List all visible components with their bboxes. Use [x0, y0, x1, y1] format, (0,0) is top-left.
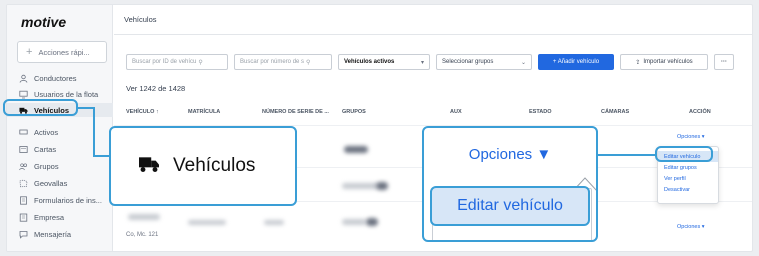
nav-callout-label: Vehículos [173, 155, 256, 176]
table-row [342, 219, 366, 225]
import-vehicles-button[interactable]: ⇪ Importar vehículos [620, 54, 708, 70]
column-header[interactable]: MATRÍCULA [188, 109, 220, 115]
sidebar-item-label: Cartas [34, 144, 57, 154]
quick-actions-label: Acciones rápi... [38, 47, 90, 57]
sidebar-item-label: Conductores [34, 73, 77, 83]
column-header[interactable]: VEHÍCULO ↑ [126, 109, 159, 115]
map-icon [19, 145, 28, 154]
sidebar-item-cartas[interactable]: Cartas [7, 142, 113, 156]
nav-highlight-ring [3, 99, 78, 116]
quick-actions-button[interactable]: + Acciones rápi... [17, 41, 107, 63]
sidebar: motive + Acciones rápi... Conductores Us… [7, 5, 113, 251]
search-id-input[interactable]: Buscar por ID de vehícu ⚲ [126, 54, 228, 70]
vehicle-count: Ver 1242 de 1428 [126, 84, 186, 93]
search-serial-input[interactable]: Buscar por número de s ⚲ [234, 54, 332, 70]
page-title: Vehículos [124, 15, 157, 24]
row-options-button[interactable]: Opciones ▾ [677, 134, 705, 140]
column-header[interactable]: CÁMARAS [601, 109, 629, 115]
callout-connector [93, 155, 110, 157]
table-row [376, 182, 388, 190]
more-options-button[interactable]: ··· [714, 54, 734, 70]
upload-icon: ⇪ [635, 59, 641, 66]
row-secondary-text: Co, Mc. 121 [126, 232, 159, 238]
sidebar-item-conductores[interactable]: Conductores [7, 71, 113, 85]
table-row [366, 218, 378, 226]
group-filter-select[interactable]: Seleccionar grupos ⌄ [436, 54, 532, 70]
sidebar-item-formularios[interactable]: Formularios de ins... [7, 193, 113, 207]
table-row [188, 220, 226, 225]
sidebar-item-label: Activos [34, 127, 59, 137]
column-header[interactable]: AUX [450, 109, 462, 115]
sidebar-item-activos[interactable]: Activos [7, 125, 113, 139]
menu-item-deactivate[interactable]: Desactivar [658, 184, 718, 195]
sidebar-item-label: Empresa [34, 212, 65, 222]
chevron-down-icon: ▾ [420, 59, 424, 66]
search-id-placeholder: Buscar por ID de vehícu [132, 59, 197, 65]
trailer-icon [19, 128, 28, 137]
sidebar-item-mensajeria[interactable]: Mensajería [7, 227, 113, 241]
truck-icon [137, 154, 161, 179]
monitor-icon [19, 90, 28, 99]
form-icon [19, 195, 28, 205]
plus-icon: + [26, 46, 33, 58]
add-vehicle-button[interactable]: + Añadir vehículo [538, 54, 614, 70]
column-header[interactable]: GRUPOS [342, 109, 366, 115]
add-vehicle-label: + Añadir vehículo [552, 59, 600, 65]
table-row [264, 220, 284, 225]
status-filter-value: Vehículos activos [344, 59, 395, 65]
sidebar-item-label: Mensajería [34, 229, 72, 239]
row-options-button[interactable]: Opciones ▾ [677, 224, 705, 230]
search-icon: ⚲ [306, 59, 311, 66]
more-icon: ··· [721, 59, 727, 65]
callout-connector [93, 107, 95, 156]
column-header[interactable]: ACCIÓN [689, 109, 711, 115]
nav-callout-zoom: Vehículos [109, 126, 297, 206]
sidebar-item-label: Formularios de ins... [34, 195, 102, 205]
edit-vehicle-callout: Editar vehículo [430, 186, 590, 226]
geofence-icon [19, 179, 28, 188]
callout-connector [77, 107, 94, 109]
building-icon [19, 213, 28, 222]
group-icon [19, 162, 28, 171]
search-serial-placeholder: Buscar por número de s [240, 59, 305, 65]
toolbar: Buscar por ID de vehícu ⚲ Buscar por núm… [126, 54, 734, 70]
search-icon: ⚲ [198, 59, 203, 66]
person-icon [19, 74, 28, 83]
table-row [128, 214, 160, 220]
sidebar-item-label: Geovallas [34, 178, 68, 188]
menu-item-view-profile[interactable]: Ver perfil [658, 173, 718, 184]
message-icon [19, 230, 28, 239]
menu-item-highlight-ring [655, 146, 713, 162]
menu-item-edit-groups[interactable]: Editar grupos [658, 162, 718, 173]
status-filter-select[interactable]: Vehículos activos ▾ [338, 54, 430, 70]
column-header[interactable]: NÚMERO DE SERIE DE ... [262, 109, 329, 115]
sidebar-item-empresa[interactable]: Empresa [7, 210, 113, 224]
callout-connector [598, 154, 656, 156]
sidebar-item-label: Grupos [34, 161, 59, 171]
column-header[interactable]: ESTADO [529, 109, 552, 115]
chevron-down-icon: ⌄ [520, 59, 526, 66]
opciones-callout-label: Opciones ▼ [468, 146, 552, 163]
sidebar-item-grupos[interactable]: Grupos [7, 159, 113, 173]
motive-logo: motive [21, 14, 67, 30]
table-row [342, 183, 378, 189]
group-filter-value: Seleccionar grupos [442, 59, 494, 65]
sidebar-item-geovallas[interactable]: Geovallas [7, 176, 113, 190]
table-header: VEHÍCULO ↑ MATRÍCULA NÚMERO DE SERIE DE … [114, 109, 752, 121]
table-row [344, 146, 368, 153]
sidebar-item-label: Usuarios de la flota [34, 89, 99, 99]
page-header: Vehículos [114, 5, 752, 35]
import-vehicles-label: Importar vehículos [643, 59, 693, 65]
